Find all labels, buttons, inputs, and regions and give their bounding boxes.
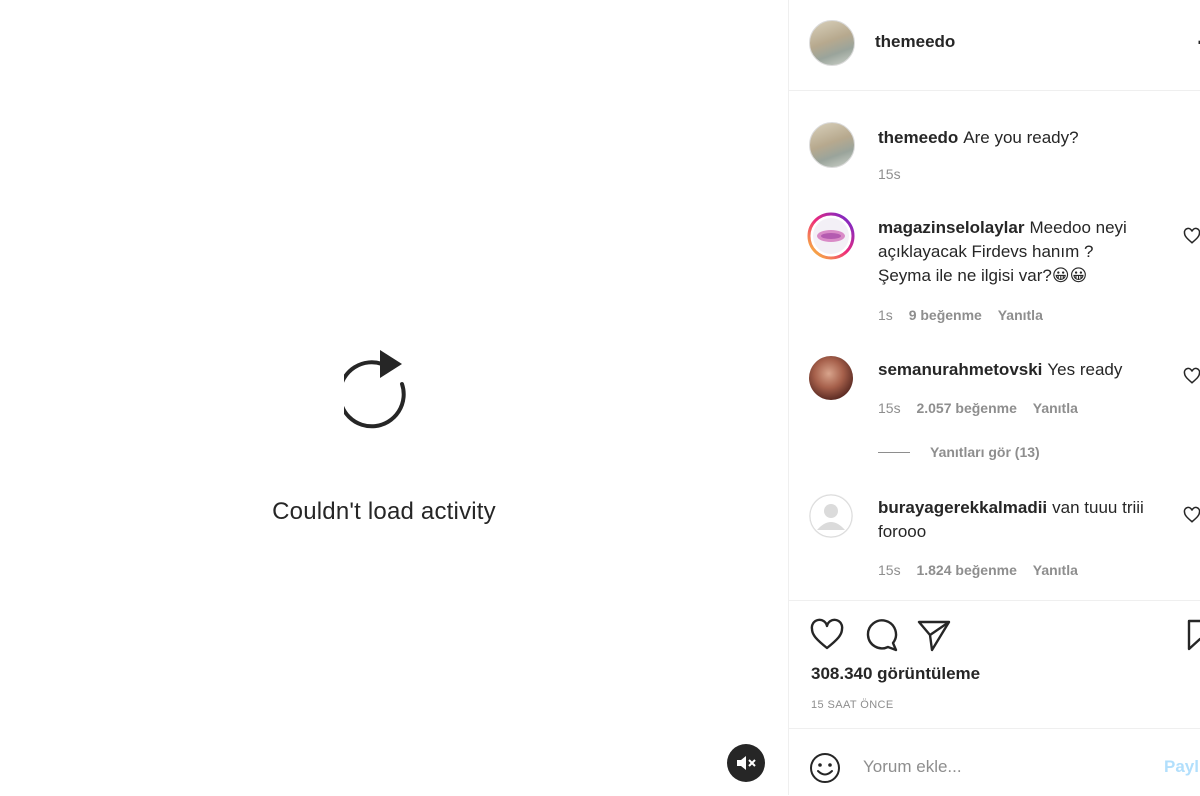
- post-header: themeedo ·: [789, 0, 1200, 91]
- comment-body: burayagerekkalmadii van tuuu triii forooo: [878, 496, 1148, 544]
- comment-time[interactable]: 1s: [878, 307, 893, 323]
- add-comment-bar: Payl: [789, 728, 1200, 796]
- heart-icon[interactable]: [1183, 506, 1200, 524]
- caption-username[interactable]: themeedo: [878, 128, 958, 147]
- post-actions: 308.340 görüntüleme 15 SAAT ÖNCE: [789, 600, 1200, 729]
- avatar[interactable]: [809, 20, 855, 66]
- comment-likes[interactable]: 9 beğenme: [909, 307, 982, 323]
- avatar[interactable]: [809, 122, 855, 168]
- avatar[interactable]: [807, 212, 855, 260]
- reload-icon[interactable]: [344, 346, 424, 430]
- comment-username[interactable]: burayagerekkalmadii: [878, 498, 1047, 517]
- comment-username[interactable]: semanurahmetovski: [878, 360, 1042, 379]
- bookmark-icon[interactable]: [1183, 617, 1200, 653]
- view-replies-label: Yanıtları gör (13): [930, 444, 1040, 460]
- story-ring-avatar: [807, 212, 855, 260]
- avatar[interactable]: [809, 356, 853, 400]
- avatar[interactable]: [809, 494, 853, 538]
- post-button[interactable]: Payl: [1164, 757, 1199, 777]
- media-area: Couldn't load activity: [0, 0, 788, 795]
- view-replies-button[interactable]: Yanıtları gör (13): [878, 444, 1040, 460]
- caption-meta: 15s: [878, 166, 913, 182]
- comment-meta: 1s 9 beğenme Yanıtla: [878, 307, 1055, 323]
- like-heart-icon[interactable]: [809, 617, 845, 653]
- share-send-icon[interactable]: [916, 617, 952, 653]
- post-side-panel: themeedo · themeedo Are you ready? 15s: [788, 0, 1200, 795]
- comment-meta: 15s 2.057 beğenme Yanıtla: [878, 400, 1090, 416]
- caption-time[interactable]: 15s: [878, 166, 901, 182]
- comment-likes[interactable]: 2.057 beğenme: [916, 400, 1016, 416]
- header-username[interactable]: themeedo: [875, 32, 955, 52]
- speaker-muted-icon: [737, 756, 756, 770]
- comment-input[interactable]: [863, 753, 1143, 781]
- comment-time[interactable]: 15s: [878, 400, 901, 416]
- comment-meta: 15s 1.824 beğenme Yanıtla: [878, 562, 1090, 578]
- default-avatar-icon: [809, 494, 853, 538]
- load-error-message: Couldn't load activity: [272, 498, 496, 525]
- view-count[interactable]: 308.340 görüntüleme: [811, 664, 980, 684]
- reply-button[interactable]: Yanıtla: [998, 307, 1043, 323]
- emoji-icon[interactable]: [809, 752, 841, 784]
- caption-body: themeedo Are you ready?: [878, 126, 1148, 150]
- comment-body: semanurahmetovski Yes ready: [878, 358, 1148, 382]
- mute-button[interactable]: [727, 744, 765, 782]
- caption-text: Are you ready?: [963, 128, 1079, 147]
- heart-icon[interactable]: [1183, 367, 1200, 385]
- comment-username[interactable]: magazinselolaylar: [878, 218, 1024, 237]
- post-timestamp[interactable]: 15 SAAT ÖNCE: [811, 699, 894, 711]
- comment-text: Yes ready: [1047, 360, 1123, 379]
- divider-line: [878, 451, 910, 453]
- comment-body: magazinselolaylar Meedoo neyi açıklayacak…: [878, 216, 1148, 288]
- comment-bubble-icon[interactable]: [863, 617, 899, 653]
- comment-time[interactable]: 15s: [878, 562, 901, 578]
- comment-likes[interactable]: 1.824 beğenme: [916, 562, 1016, 578]
- reply-button[interactable]: Yanıtla: [1033, 400, 1078, 416]
- heart-icon[interactable]: [1183, 227, 1200, 245]
- reply-button[interactable]: Yanıtla: [1033, 562, 1078, 578]
